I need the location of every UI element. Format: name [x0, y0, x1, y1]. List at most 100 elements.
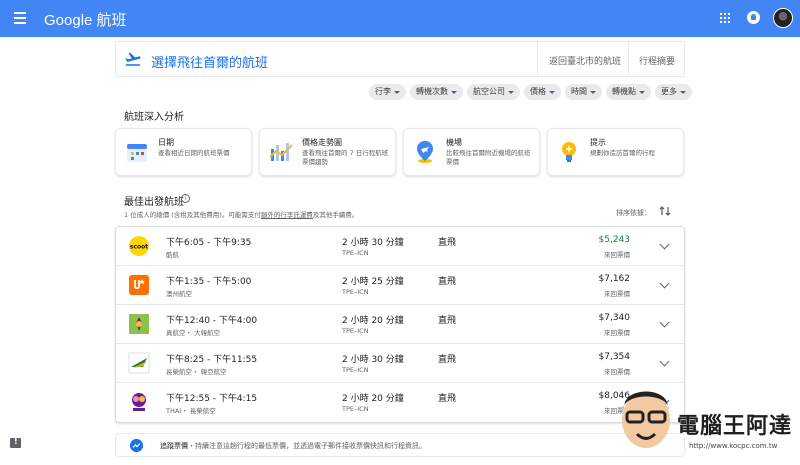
- watermark: 電腦王阿達 http://www.kocpc.com.tw: [615, 380, 800, 465]
- caret-down-icon: [394, 90, 400, 94]
- caret-down-icon: [549, 90, 555, 94]
- jinair-logo: [129, 314, 149, 334]
- track-prices-desc: ・持續注意這趟行程的最低票價，並透過電子郵件接收票價快訊和行程資訊。: [188, 442, 426, 450]
- flight-duration: 2 小時 20 分鐘: [342, 394, 404, 404]
- info-icon[interactable]: i: [181, 194, 190, 203]
- insight-card-dates[interactable]: 日期 查看相近日期的航班票價: [115, 128, 252, 176]
- filter-chip-connecting-airports[interactable]: 轉機點: [606, 84, 651, 100]
- filter-chip-label: 更多: [661, 87, 677, 96]
- trend-icon: [130, 439, 143, 452]
- insights-title: 航班深入分析: [124, 112, 184, 123]
- flight-times: 下午1:35 - 下午5:00: [166, 277, 252, 287]
- feedback-icon[interactable]: [10, 437, 21, 448]
- price-type: 來回票價: [604, 368, 630, 376]
- thai-logo: [132, 393, 146, 411]
- airline-name: 澳州航空: [166, 290, 192, 298]
- insight-card-price-graph[interactable]: 價格走勢圖 查看飛往首爾的 7 日行程航班票價趨勢: [259, 128, 396, 176]
- flight-list: scoot 下午6:05 - 下午9:35 酷航 2 小時 30 分鐘 TPE–…: [115, 226, 685, 423]
- trip-summary-link[interactable]: 行程摘要: [639, 54, 675, 67]
- flight-stops: 直飛: [438, 394, 457, 404]
- baggage-fee-link[interactable]: 額外的行李託運費: [261, 211, 313, 219]
- flight-times: 下午12:40 - 下午4:00: [166, 316, 258, 326]
- flight-times: 下午6:05 - 下午9:35: [166, 238, 252, 248]
- flight-row[interactable]: scoot 下午6:05 - 下午9:35 酷航 2 小時 30 分鐘 TPE–…: [116, 227, 684, 266]
- caret-down-icon: [508, 90, 514, 94]
- flight-route: TPE–ICN: [342, 366, 369, 374]
- return-flights-link[interactable]: 返回臺北市的航班: [549, 54, 621, 67]
- caret-down-icon: [680, 90, 686, 94]
- flight-duration: 2 小時 30 分鐘: [342, 238, 404, 248]
- flight-duration: 2 小時 30 分鐘: [342, 355, 404, 365]
- flight-takeoff-icon: [125, 52, 141, 66]
- insight-card-title: 價格走勢圖: [302, 138, 342, 147]
- filter-chip-airlines[interactable]: 航空公司: [467, 84, 520, 100]
- filter-chip-price[interactable]: 價格: [524, 84, 561, 100]
- price-note: 1 位成人的總價 (含稅及其他費用)。可能需支付額外的行李託運費及其他手續費。: [124, 209, 358, 219]
- jetstar-logo: [129, 275, 149, 295]
- filter-chip-baggage[interactable]: 行李: [369, 84, 406, 100]
- expand-chevron-icon[interactable]: [659, 317, 670, 328]
- lightbulb-icon: [562, 142, 576, 162]
- filter-chip-label: 轉機次數: [416, 87, 448, 96]
- airport-pin-icon: [417, 141, 433, 163]
- price-graph-icon: [269, 143, 293, 161]
- flight-row[interactable]: 下午12:40 - 下午4:00 真航空・ 大韓航空 2 小時 20 分鐘 TP…: [116, 305, 684, 344]
- flight-route: TPE–ICN: [342, 249, 369, 257]
- flight-route: TPE–ICN: [342, 327, 369, 335]
- flight-row[interactable]: 下午1:35 - 下午5:00 澳州航空 2 小時 25 分鐘 TPE–ICN …: [116, 266, 684, 305]
- flight-route: TPE–ICN: [342, 405, 369, 413]
- avatar[interactable]: [773, 8, 793, 28]
- breadcrumb-divider: [537, 42, 538, 76]
- flight-route: TPE–ICN: [342, 288, 369, 296]
- scoot-logo: scoot: [129, 236, 149, 256]
- airline-name: 真航空・ 大韓航空: [166, 329, 221, 337]
- filter-chip-times[interactable]: 時間: [565, 84, 602, 100]
- track-prices-label: 追蹤票價: [160, 442, 188, 450]
- page-title: 選擇飛往首爾的航班: [151, 56, 269, 71]
- calendar-icon: [127, 144, 147, 162]
- filter-chip-more[interactable]: 更多: [655, 84, 692, 100]
- expand-chevron-icon[interactable]: [659, 278, 670, 289]
- flight-duration: 2 小時 25 分鐘: [342, 277, 404, 287]
- flight-price: $7,340: [598, 313, 631, 323]
- price-note-text: 1 位成人的總價 (含稅及其他費用)。可能需支付: [124, 211, 261, 219]
- sort-label: 排序依據：: [616, 209, 651, 217]
- expand-chevron-icon[interactable]: [659, 356, 670, 367]
- svg-text:scoot: scoot: [130, 244, 148, 251]
- caret-down-icon: [590, 90, 596, 94]
- caret-down-icon: [451, 90, 457, 94]
- watermark-text: 電腦王阿達: [677, 414, 793, 439]
- filter-chip-stops[interactable]: 轉機次數: [410, 84, 463, 100]
- track-prices-bar[interactable]: 追蹤票價・持續注意這趟行程的最低票價，並透過電子郵件接收票價快訊和行程資訊。: [115, 433, 685, 457]
- airline-name: 長榮航空・ 韓亞航空: [166, 368, 227, 376]
- insight-card-desc: 查看飛往首爾的 7 日行程航班票價趨勢: [302, 149, 389, 166]
- insight-card-desc: 查看相近日期的航班票價: [158, 149, 230, 157]
- insights-cards: 日期 查看相近日期的航班票價 價格走勢圖 查看飛往首爾的 7 日行程航班票價趨勢…: [115, 128, 684, 176]
- app-bar: Google 航班: [0, 0, 800, 37]
- price-type: 來回票價: [604, 290, 630, 298]
- insight-card-airports[interactable]: 機場 比較飛往首爾附近機場的航班票價: [403, 128, 540, 176]
- price-type: 來回票價: [604, 329, 630, 337]
- filter-chip-label: 轉機點: [612, 87, 636, 96]
- filter-chip-label: 價格: [530, 87, 546, 96]
- price-type: 來回票價: [604, 251, 630, 259]
- flight-price: $7,162: [598, 274, 631, 284]
- flight-duration: 2 小時 20 分鐘: [342, 316, 404, 326]
- menu-icon[interactable]: [14, 12, 26, 24]
- flight-times: 下午8:25 - 下午11:55: [166, 355, 258, 365]
- insight-card-tips[interactable]: 提示 規劃你造訪首爾的行程: [547, 128, 684, 176]
- airline-name: THAI・ 長榮航空: [166, 407, 216, 415]
- filter-chip-label: 航空公司: [473, 87, 505, 96]
- sort-icon[interactable]: [659, 205, 671, 217]
- flight-row[interactable]: 下午12:55 - 下午4:15 THAI・ 長榮航空 2 小時 20 分鐘 T…: [116, 383, 684, 422]
- flight-row[interactable]: 下午8:25 - 下午11:55 長榮航空・ 韓亞航空 2 小時 30 分鐘 T…: [116, 344, 684, 383]
- watermark-url: http://www.kocpc.com.tw: [689, 442, 778, 450]
- flight-stops: 直飛: [438, 238, 457, 248]
- insight-card-desc: 比較飛往首爾附近機場的航班票價: [446, 149, 531, 166]
- notifications-icon[interactable]: [747, 11, 760, 24]
- apps-grid-icon[interactable]: [720, 13, 730, 23]
- insight-card-title: 提示: [590, 138, 606, 147]
- expand-chevron-icon[interactable]: [659, 239, 670, 250]
- app-title[interactable]: Google 航班: [44, 9, 127, 30]
- caret-down-icon: [639, 90, 645, 94]
